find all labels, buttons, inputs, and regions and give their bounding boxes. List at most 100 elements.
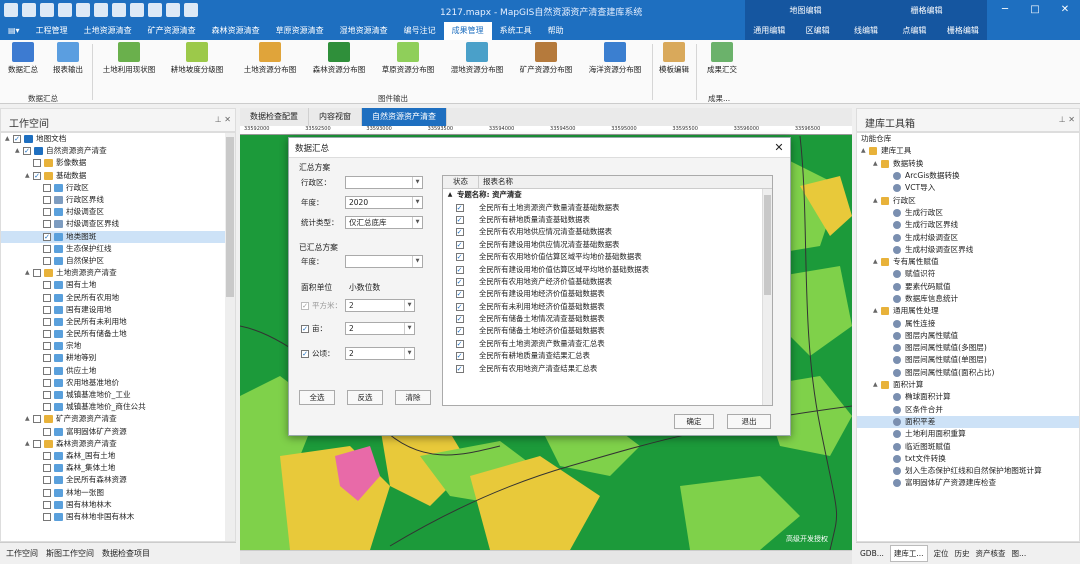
expand-icon[interactable]: ▲ bbox=[25, 438, 33, 450]
tree-item[interactable]: 村级调查区 bbox=[1, 206, 235, 218]
toolbox-tool[interactable]: VCT导入 bbox=[857, 182, 1079, 194]
menu-help[interactable]: 帮助 bbox=[540, 22, 572, 40]
row-checkbox[interactable]: ✓ bbox=[455, 215, 464, 224]
pin-close-icons[interactable]: ⊥ ✕ bbox=[215, 115, 231, 124]
tree-item[interactable]: 宗地 bbox=[1, 340, 235, 352]
toolbox-item[interactable]: ▲ 通用属性处理 bbox=[857, 305, 1079, 317]
scroll-thumb[interactable] bbox=[764, 195, 771, 295]
layer-checkbox[interactable]: ✓ bbox=[33, 171, 41, 180]
toolbox-tool[interactable]: 生成行政区 bbox=[857, 207, 1079, 219]
layer-checkbox[interactable] bbox=[33, 415, 41, 424]
layer-checkbox[interactable] bbox=[43, 427, 51, 436]
expand-icon[interactable]: ▲ bbox=[873, 379, 881, 391]
tree-item[interactable]: 全民所有未利用地 bbox=[1, 316, 235, 328]
expand-icon[interactable]: ▲ bbox=[25, 413, 33, 425]
table-row[interactable]: ✓ 全民所有建设用地价值估算区域平均地价基础数据表 bbox=[443, 263, 772, 275]
layer-checkbox[interactable] bbox=[43, 464, 51, 473]
tree-item[interactable]: 森林_集体土地 bbox=[1, 462, 235, 474]
layout-icon[interactable] bbox=[184, 3, 198, 17]
menu-numbering[interactable]: 编号注记 bbox=[396, 22, 444, 40]
layer-checkbox[interactable] bbox=[43, 366, 51, 375]
app-icon[interactable] bbox=[4, 3, 18, 17]
toolbox-item[interactable]: ▲ 面积计算 bbox=[857, 379, 1079, 391]
unit-sqm-decimal[interactable]: 2 ▼ bbox=[345, 299, 415, 312]
tab-locate[interactable]: 定位 bbox=[934, 548, 949, 559]
tab-asset-check[interactable]: 资产核查 bbox=[976, 548, 1006, 559]
tree-item[interactable]: 耕地等别 bbox=[1, 352, 235, 364]
expand-icon[interactable]: ▲ bbox=[25, 267, 33, 279]
forest-distribution-button[interactable]: 森林资源分布图 bbox=[306, 42, 372, 75]
tree-item[interactable]: ✓ 地类图斑 bbox=[1, 230, 235, 243]
layer-checkbox[interactable] bbox=[43, 330, 51, 339]
expand-icon[interactable]: ▲ bbox=[15, 145, 23, 157]
table-row[interactable]: ✓ 全民所有储备土地情况清查基础数据表 bbox=[443, 313, 772, 325]
maximize-icon[interactable]: □ bbox=[1020, 0, 1050, 20]
layer-checkbox[interactable] bbox=[43, 305, 51, 314]
grid-group-row[interactable]: ▲ 专题名称: 资产清查 bbox=[443, 189, 772, 201]
layer-checkbox[interactable] bbox=[33, 439, 41, 448]
tree-item[interactable]: 林地一张图 bbox=[1, 486, 235, 498]
menu-land[interactable]: 土地资源清查 bbox=[76, 22, 140, 40]
unit-mu-checkbox[interactable]: ✓ bbox=[301, 324, 309, 333]
close-icon[interactable]: ✕ bbox=[1050, 0, 1080, 20]
toolbox-tool[interactable]: 图层间属性赋值(面积占比) bbox=[857, 367, 1079, 379]
expand-icon[interactable]: ▲ bbox=[443, 189, 457, 201]
tree-item[interactable]: 城镇基准地价_商住公共 bbox=[1, 401, 235, 413]
data-summary-button[interactable]: 数据汇总 bbox=[6, 42, 40, 75]
redo-icon[interactable] bbox=[94, 3, 108, 17]
layer-checkbox[interactable] bbox=[43, 281, 51, 290]
zoom-out-icon[interactable] bbox=[130, 3, 144, 17]
tree-item[interactable]: ▲ ✓ 基础数据 bbox=[1, 170, 235, 182]
exit-button[interactable]: 退出 bbox=[727, 414, 771, 429]
toolbox-tool[interactable]: 椭球面积计算 bbox=[857, 391, 1079, 403]
toolbox-tool[interactable]: 划入生态保护红线和自然保护地图斑计算 bbox=[857, 465, 1079, 477]
tree-item[interactable]: 村级调查区界线 bbox=[1, 218, 235, 230]
table-row[interactable]: ✓ 全民所有未利用地经济价值基础数据表 bbox=[443, 301, 772, 313]
table-row[interactable]: ✓ 全民所有建设用地供应情况清查基础数据表 bbox=[443, 239, 772, 251]
result-submit-button[interactable]: 成果汇交 bbox=[702, 42, 742, 75]
toolbox-item[interactable]: ▲ 数据转换 bbox=[857, 158, 1079, 170]
tab-natural-resources[interactable]: 自然资源资产清查 bbox=[362, 108, 447, 126]
tree-scrollbar[interactable] bbox=[225, 133, 235, 541]
expand-icon[interactable]: ▲ bbox=[25, 170, 33, 182]
toolbox-tool[interactable]: 图层间属性赋值(单图层) bbox=[857, 354, 1079, 366]
select-all-button[interactable]: 全选 bbox=[299, 390, 335, 405]
toolbox-tool[interactable]: 区条件合并 bbox=[857, 404, 1079, 416]
tree-item[interactable]: 行政区 bbox=[1, 182, 235, 194]
tree-item[interactable]: ▲ ✓ 地图文档 bbox=[1, 133, 235, 145]
mineral-distribution-button[interactable]: 矿产资源分布图 bbox=[514, 42, 578, 75]
table-row[interactable]: ✓ 全民所有土地资源资产数量清查基础数据表 bbox=[443, 201, 772, 213]
dialog-close-icon[interactable]: ✕ bbox=[768, 141, 790, 154]
layer-checkbox[interactable] bbox=[43, 244, 51, 253]
menu-results[interactable]: 成果管理 bbox=[443, 22, 492, 40]
stat-type-select[interactable]: 仅汇总底库 ▼ bbox=[345, 216, 423, 229]
tree-item[interactable]: 国有建设用地 bbox=[1, 304, 235, 316]
refresh-icon[interactable] bbox=[166, 3, 180, 17]
toolbox-tool[interactable]: txt文件转换 bbox=[857, 453, 1079, 465]
row-checkbox[interactable]: ✓ bbox=[455, 290, 464, 299]
template-edit-button[interactable]: 模板编辑 bbox=[656, 42, 692, 75]
tree-item[interactable]: 富明固体矿产资源 bbox=[1, 426, 235, 438]
row-checkbox[interactable]: ✓ bbox=[455, 302, 464, 311]
layer-checkbox[interactable] bbox=[43, 208, 51, 217]
scroll-thumb[interactable] bbox=[226, 137, 234, 297]
layer-checkbox[interactable] bbox=[43, 196, 51, 205]
tree-item[interactable]: 生态保护红线 bbox=[1, 243, 235, 255]
toolbox-tool[interactable]: 土地利用面积重算 bbox=[857, 428, 1079, 440]
district-select[interactable]: ▼ bbox=[345, 176, 423, 189]
toolbox-tool[interactable]: ArcGis数据转换 bbox=[857, 170, 1079, 182]
table-row[interactable]: ✓ 全民所有建设用地经济价值基础数据表 bbox=[443, 288, 772, 300]
tree-item[interactable]: 国有林地林木 bbox=[1, 499, 235, 511]
toolbox-tool[interactable]: 生成行政区界线 bbox=[857, 219, 1079, 231]
tree-item[interactable]: 影像数据 bbox=[1, 157, 235, 169]
table-row[interactable]: ✓ 全民所有农用地资产清查结果汇总表 bbox=[443, 362, 772, 374]
year-select[interactable]: 2020 ▼ bbox=[345, 196, 423, 209]
tree-item[interactable]: 城镇基准地价_工业 bbox=[1, 389, 235, 401]
tree-item[interactable]: ▲ 森林资源资产清查 bbox=[1, 438, 235, 450]
expand-icon[interactable]: ▲ bbox=[873, 256, 881, 268]
toolbox-tool[interactable]: 面积平差 bbox=[857, 415, 1079, 429]
tab-layers[interactable]: 图... bbox=[1012, 548, 1027, 559]
landuse-map-button[interactable]: 土地利用现状图 bbox=[98, 42, 160, 75]
layer-checkbox[interactable] bbox=[43, 403, 51, 412]
row-checkbox[interactable]: ✓ bbox=[455, 364, 464, 373]
